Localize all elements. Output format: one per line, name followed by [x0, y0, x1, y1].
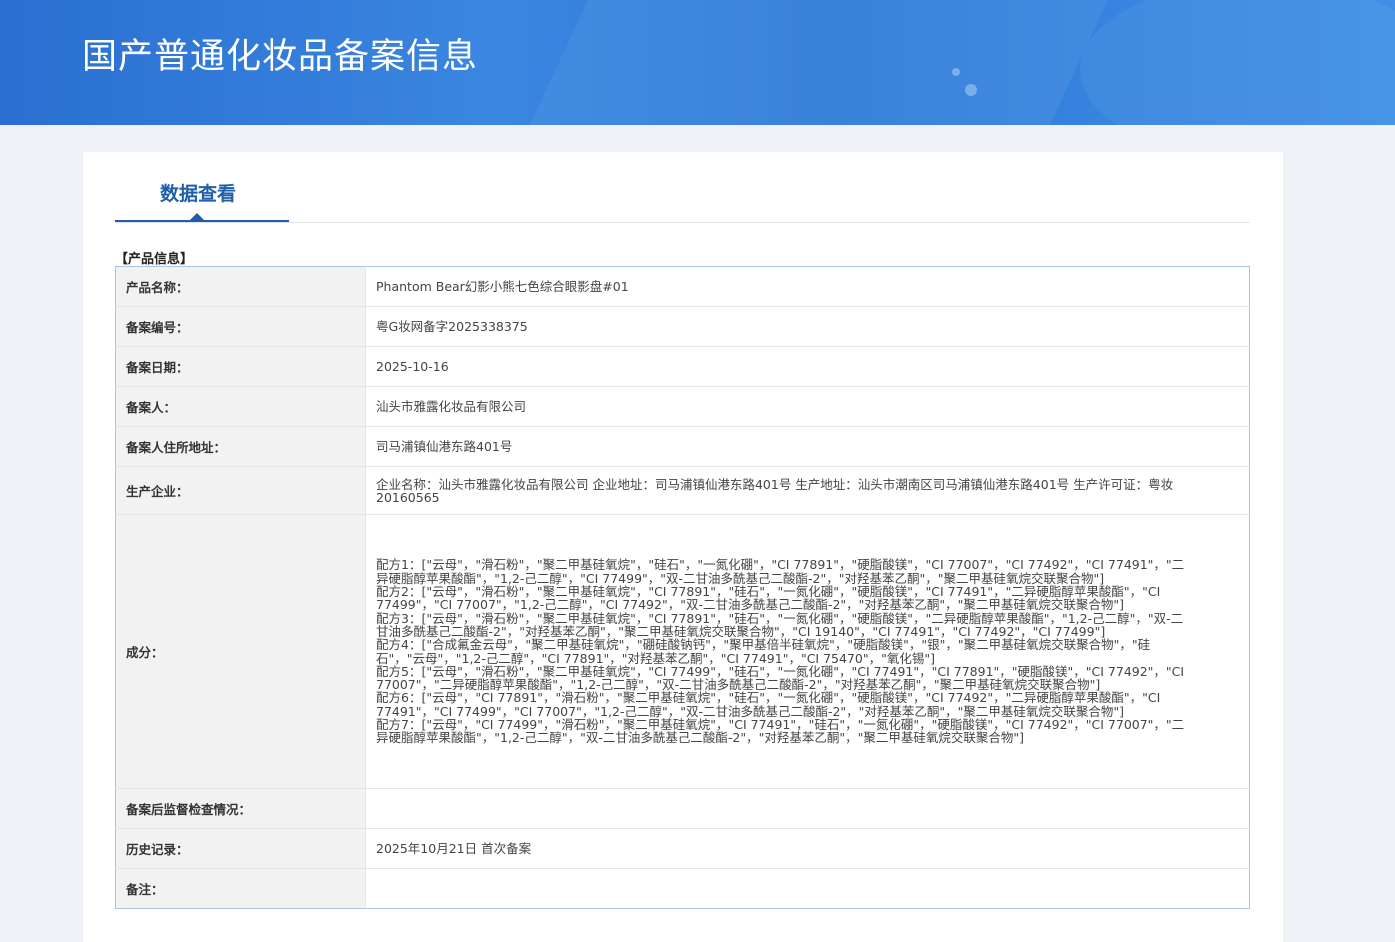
product-info-table: 产品名称： Phantom Bear幻影小熊七色综合眼影盘#01 备案编号： 粤…: [115, 266, 1250, 909]
remarks-value: [366, 869, 1250, 909]
table-row: 备案人： 汕头市雅露化妆品有限公司: [115, 386, 1250, 427]
row-label: 备案人：: [115, 386, 366, 427]
row-label: 备案编号：: [115, 306, 366, 347]
row-label: 备案日期：: [115, 346, 366, 387]
registrant-address-value: 司马浦镇仙港东路401号: [365, 426, 1250, 467]
row-label: 备案人住所地址：: [115, 426, 366, 467]
ingredients-value: 配方1：["云母"，"滑石粉"，"聚二甲基硅氧烷"，"硅石"，"一氮化硼"，"C…: [365, 514, 1250, 789]
record-date-value: 2025-10-16: [365, 346, 1250, 387]
formula-line: 配方5：["云母"，"滑石粉"，"聚二甲基硅氧烷"，"CI 77499"，"硅石…: [376, 663, 1185, 693]
table-row: 备案后监督检查情况：: [115, 788, 1250, 829]
table-row: 备案人住所地址： 司马浦镇仙港东路401号: [115, 426, 1250, 467]
row-label: 历史记录：: [115, 828, 366, 869]
header-banner: 国产普通化妆品备案信息: [0, 0, 1395, 125]
table-row: 备案编号： 粤G妆网备字2025338375: [115, 306, 1250, 347]
row-label: 生产企业：: [115, 466, 366, 515]
table-row: 备案日期： 2025-10-16: [115, 346, 1250, 387]
tab-data-view[interactable]: 数据查看: [115, 152, 289, 222]
record-number-value: 粤G妆网备字2025338375: [365, 306, 1250, 347]
table-row: 产品名称： Phantom Bear幻影小熊七色综合眼影盘#01: [115, 266, 1250, 307]
formula-line: 配方7：["云母"，"CI 77499"，"滑石粉"，"聚二甲基硅氧烷"，"CI…: [376, 716, 1185, 746]
table-row: 备注：: [115, 868, 1250, 909]
post-inspection-value: [365, 788, 1250, 829]
tab-caret-icon: [190, 213, 204, 220]
banner-decoration: [1080, 0, 1395, 125]
history-value: 2025年10月21日 首次备案: [365, 828, 1250, 869]
banner-dot: [952, 68, 960, 76]
formula-line: 配方2：["云母"，"滑石粉"，"聚二甲基硅氧烷"，"CI 77891"，"硅石…: [376, 584, 1161, 613]
row-label: 成分：: [115, 514, 366, 789]
banner-dot: [965, 84, 977, 96]
formula-line: 配方4：["合成氟金云母"，"聚二甲基硅氧烷"，"硼硅酸钠钙"，"聚甲基倍半硅氧…: [376, 637, 1151, 666]
row-label: 备注：: [115, 868, 366, 909]
banner-decoration: [513, 0, 1127, 125]
registrant-value: 汕头市雅露化妆品有限公司: [365, 386, 1250, 427]
formula-line: 配方6：["云母"，"CI 77891"，"滑石粉"，"聚二甲基硅氧烷"，"硅石…: [376, 690, 1161, 719]
page-title: 国产普通化妆品备案信息: [82, 37, 479, 77]
tab-bar: 数据查看: [115, 152, 1250, 223]
manufacturer-value: 企业名称：汕头市雅露化妆品有限公司 企业地址：司马浦镇仙港东路401号 生产地址…: [365, 466, 1250, 515]
row-label: 产品名称：: [115, 266, 366, 307]
formula-line: 配方1：["云母"，"滑石粉"，"聚二甲基硅氧烷"，"硅石"，"一氮化硼"，"C…: [376, 557, 1185, 586]
table-row: 历史记录： 2025年10月21日 首次备案: [115, 828, 1250, 869]
table-row: 成分： 配方1：["云母"，"滑石粉"，"聚二甲基硅氧烷"，"硅石"，"一氮化硼…: [115, 514, 1250, 789]
section-title: 【产品信息】: [115, 252, 194, 267]
product-name-value: Phantom Bear幻影小熊七色综合眼影盘#01: [365, 266, 1250, 307]
tab-label: 数据查看: [159, 183, 236, 205]
formula-line: 配方3：["云母"，"滑石粉"，"聚二甲基硅氧烷"，"CI 77891"，"硅石…: [376, 610, 1184, 639]
table-row: 生产企业： 企业名称：汕头市雅露化妆品有限公司 企业地址：司马浦镇仙港东路401…: [115, 466, 1250, 515]
row-label: 备案后监督检查情况：: [115, 788, 366, 829]
content-card: 数据查看 【产品信息】 产品名称： Phantom Bear幻影小熊七色综合眼影…: [83, 152, 1283, 942]
